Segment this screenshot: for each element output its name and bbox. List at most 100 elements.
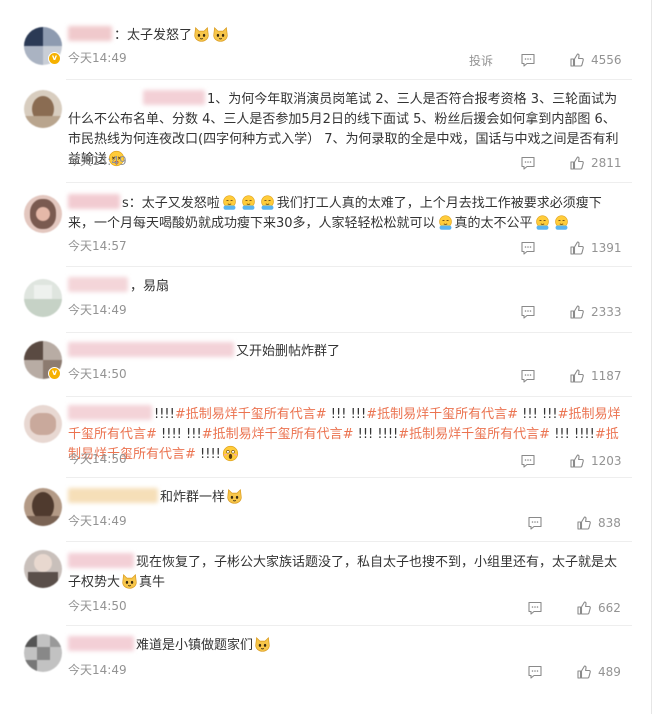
report-button[interactable]: 投诉: [469, 52, 493, 69]
comment-text: 难道是小镇做题家们: [68, 636, 622, 656]
like-button[interactable]: 489: [576, 664, 621, 680]
like-button[interactable]: 662: [576, 600, 621, 616]
cat-emoji-icon: [193, 26, 210, 43]
avatar[interactable]: [24, 634, 62, 672]
comment-text: s：太子又发怒啦 我们打工人真的太难了，上个月去找工作被要求必须瘦下来，一个月每天…: [68, 194, 602, 231]
timestamp: 今天14:50: [68, 599, 127, 613]
comment-text: ，易扇: [68, 277, 622, 297]
comment-item: v ：太子发怒了 今天14:49 投诉 4556: [0, 0, 650, 80]
hashtag-link[interactable]: #抵制易烊千玺所有代言#: [175, 407, 327, 422]
reply-button[interactable]: [520, 368, 536, 384]
timestamp: 今天14:49: [68, 154, 127, 168]
hug-emoji-icon: [259, 194, 276, 211]
like-button[interactable]: 2811: [569, 155, 622, 171]
verified-badge-icon: v: [48, 52, 61, 65]
comment-icon: [520, 240, 536, 256]
like-count: 2811: [591, 156, 622, 170]
hug-emoji-icon: [437, 214, 454, 231]
thumbs-up-icon: [569, 368, 585, 384]
timestamp: 今天14:50: [68, 367, 127, 381]
like-button[interactable]: 4556: [569, 52, 622, 68]
comment-text: !!!!#抵制易烊千玺所有代言# !!! !!!#抵制易烊千玺所有代言# !!!…: [68, 405, 621, 462]
username[interactable]: [68, 342, 234, 357]
thumbs-up-icon: [569, 453, 585, 469]
reply-button[interactable]: [520, 240, 536, 256]
avatar[interactable]: [24, 90, 62, 128]
reply-button[interactable]: [520, 52, 536, 68]
comment-item: 难道是小镇做题家们 今天14:49 489: [0, 626, 650, 714]
avatar[interactable]: [24, 195, 62, 233]
like-count: 4556: [591, 53, 622, 67]
cat-emoji-icon: [254, 636, 271, 653]
comment-icon: [520, 368, 536, 384]
like-button[interactable]: 1391: [569, 240, 622, 256]
thumbs-up-icon: [576, 600, 592, 616]
like-button[interactable]: 1187: [569, 368, 622, 384]
comment-item: ，易扇 今天14:49 2333: [0, 267, 650, 333]
username[interactable]: [68, 26, 112, 41]
like-button[interactable]: 1203: [569, 453, 622, 469]
comment-text: 又开始删帖炸群了: [68, 342, 622, 362]
like-count: 838: [598, 516, 621, 530]
cat-emoji-icon: [121, 573, 138, 590]
comment-icon: [527, 600, 543, 616]
scream-emoji-icon: [222, 445, 239, 462]
comment-item: v 又开始删帖炸群了 今天14:50 1187: [0, 333, 650, 397]
thumbs-up-icon: [569, 240, 585, 256]
like-button[interactable]: 838: [576, 515, 621, 531]
cat-emoji-icon: [212, 26, 229, 43]
verified-badge-icon: v: [48, 367, 61, 380]
like-count: 2333: [591, 305, 622, 319]
thumbs-up-icon: [576, 515, 592, 531]
reply-button[interactable]: [527, 664, 543, 680]
hug-emoji-icon: [553, 214, 570, 231]
cat-emoji-icon: [226, 488, 243, 505]
comment-icon: [520, 304, 536, 320]
comment-item: s：太子又发怒啦 我们打工人真的太难了，上个月去找工作被要求必须瘦下来，一个月每天…: [0, 183, 650, 267]
hashtag-link[interactable]: #抵制易烊千玺所有代言#: [202, 427, 354, 442]
reply-button[interactable]: [520, 155, 536, 171]
avatar[interactable]: [24, 279, 62, 317]
thumbs-up-icon: [569, 304, 585, 320]
reply-button[interactable]: [520, 453, 536, 469]
username[interactable]: [68, 405, 152, 420]
reply-button[interactable]: [527, 515, 543, 531]
username[interactable]: [68, 636, 134, 651]
comment-item: 现在恢复了，子彬公大家族话题没了，私自太子也搜不到，小组里还有，太子就是太子权势…: [0, 542, 650, 626]
like-count: 1187: [591, 369, 622, 383]
reply-button[interactable]: [520, 304, 536, 320]
timestamp: 今天14:49: [68, 51, 127, 65]
username[interactable]: [68, 553, 134, 568]
thumbs-up-icon: [576, 664, 592, 680]
username[interactable]: [143, 90, 205, 105]
hashtag-link[interactable]: #抵制易烊千玺所有代言#: [398, 427, 550, 442]
comment-icon: [527, 664, 543, 680]
username[interactable]: [68, 194, 120, 209]
timestamp: 今天14:57: [68, 239, 127, 253]
hug-emoji-icon: [240, 194, 257, 211]
timestamp: 今天14:49: [68, 663, 127, 677]
username[interactable]: [68, 277, 128, 292]
like-button[interactable]: 2333: [569, 304, 622, 320]
hashtag-link[interactable]: #抵制易烊千玺所有代言#: [366, 407, 518, 422]
username[interactable]: [68, 488, 158, 503]
comment-text: 和炸群一样: [68, 488, 622, 508]
timestamp: 今天14:49: [68, 303, 127, 317]
timestamp: 今天14:49: [68, 514, 127, 528]
thumbs-up-icon: [569, 52, 585, 68]
like-count: 489: [598, 665, 621, 679]
comment-icon: [520, 155, 536, 171]
reply-button[interactable]: [527, 600, 543, 616]
comment-item: 和炸群一样 今天14:49 838: [0, 478, 650, 542]
avatar[interactable]: [24, 550, 62, 588]
hug-emoji-icon: [221, 194, 238, 211]
like-count: 662: [598, 601, 621, 615]
avatar[interactable]: [24, 405, 62, 443]
thumbs-up-icon: [569, 155, 585, 171]
comment-item: 1、为何今年取消演员岗笔试 2、三人是否符合报考资格 3、三轮面试为什么不公布名…: [0, 80, 650, 183]
comment-feed: v ：太子发怒了 今天14:49 投诉 4556 1、为何今年取消演员岗笔试 2…: [0, 0, 654, 714]
hug-emoji-icon: [534, 214, 551, 231]
comment-text: ：太子发怒了: [68, 26, 622, 46]
comment-text: 现在恢复了，子彬公大家族话题没了，私自太子也搜不到，小组里还有，太子就是太子权势…: [68, 553, 618, 590]
avatar[interactable]: [24, 488, 62, 526]
